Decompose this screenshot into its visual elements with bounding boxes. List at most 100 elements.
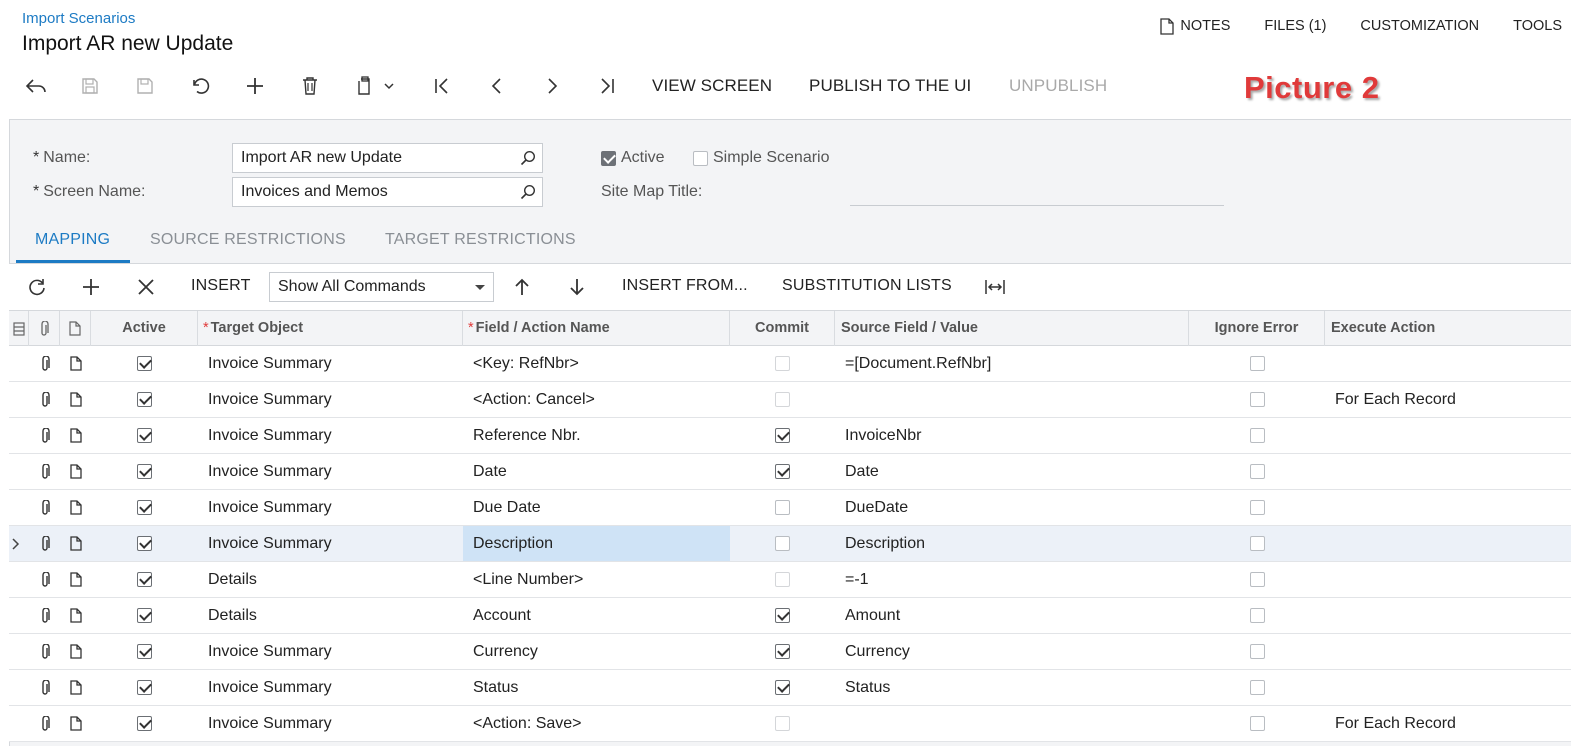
ignore-error-checkbox[interactable]	[1249, 392, 1265, 407]
target-object-cell[interactable]: Invoice Summary	[198, 382, 463, 417]
field-action-cell[interactable]: <Line Number>	[463, 562, 730, 597]
execute-action-cell[interactable]	[1325, 418, 1571, 453]
publish-to-ui-button[interactable]: PUBLISH TO THE UI	[809, 76, 971, 96]
table-row[interactable]: Invoice Summary Due Date DueDate	[9, 490, 1571, 526]
tools-button[interactable]: TOOLS	[1513, 18, 1562, 34]
screen-name-field[interactable]: Invoices and Memos	[232, 177, 543, 207]
commit-checkbox[interactable]	[775, 680, 790, 695]
note-icon[interactable]	[60, 562, 91, 597]
tab-target-restrictions[interactable]: TARGET RESTRICTIONS	[385, 231, 576, 249]
commit-cell[interactable]	[730, 346, 835, 381]
active-checkbox[interactable]	[137, 536, 152, 551]
view-screen-button[interactable]: VIEW SCREEN	[652, 76, 772, 96]
clipboard-icon[interactable]	[353, 74, 377, 98]
active-cell[interactable]	[91, 454, 198, 489]
table-row[interactable]: Invoice Summary Status Status	[9, 670, 1571, 706]
commit-checkbox[interactable]	[775, 464, 790, 479]
attachment-icon[interactable]	[29, 490, 60, 525]
col-active[interactable]: Active	[91, 311, 198, 346]
target-object-cell[interactable]: Invoice Summary	[198, 346, 463, 381]
active-option[interactable]: Active	[601, 149, 665, 167]
ignore-error-checkbox[interactable]	[1249, 356, 1265, 371]
simple-scenario-option[interactable]: Simple Scenario	[693, 149, 830, 167]
insert-button[interactable]: INSERT	[191, 277, 251, 295]
execute-action-cell[interactable]	[1325, 634, 1571, 669]
commit-checkbox[interactable]	[775, 716, 790, 731]
note-icon[interactable]	[60, 454, 91, 489]
note-icon[interactable]	[60, 418, 91, 453]
ignore-error-checkbox[interactable]	[1249, 500, 1265, 515]
note-icon[interactable]	[60, 490, 91, 525]
name-field[interactable]: Import AR new Update	[232, 143, 543, 173]
note-icon[interactable]	[60, 670, 91, 705]
field-action-cell[interactable]: Currency	[463, 634, 730, 669]
active-cell[interactable]	[91, 670, 198, 705]
active-cell[interactable]	[91, 562, 198, 597]
active-cell[interactable]	[91, 346, 198, 381]
commit-cell[interactable]	[730, 454, 835, 489]
active-checkbox[interactable]	[137, 644, 152, 659]
tab-mapping[interactable]: MAPPING	[35, 231, 110, 249]
commit-checkbox[interactable]	[775, 536, 790, 551]
field-action-cell[interactable]: <Action: Save>	[463, 706, 730, 741]
undo-icon[interactable]	[188, 74, 212, 98]
last-record-icon[interactable]	[595, 74, 619, 98]
clipboard-dropdown-icon[interactable]	[382, 74, 396, 98]
site-map-title-field[interactable]	[850, 205, 1224, 206]
col-execute-action[interactable]: Execute Action	[1325, 311, 1571, 346]
attachment-icon[interactable]	[29, 418, 60, 453]
commit-checkbox[interactable]	[775, 572, 790, 587]
table-row[interactable]: Details <Line Number> =-1	[9, 562, 1571, 598]
ignore-error-cell[interactable]	[1189, 706, 1325, 741]
active-cell[interactable]	[91, 526, 198, 561]
target-object-cell[interactable]: Invoice Summary	[198, 526, 463, 561]
table-row[interactable]: Invoice Summary <Key: RefNbr> =[Document.R…	[9, 346, 1571, 382]
active-checkbox[interactable]	[601, 150, 616, 166]
col-field-action-name[interactable]: * Field / Action Name	[463, 311, 730, 346]
target-object-cell[interactable]: Invoice Summary	[198, 490, 463, 525]
col-ignore-error[interactable]: Ignore Error	[1189, 311, 1325, 346]
search-icon[interactable]	[520, 150, 536, 171]
field-action-cell[interactable]: <Key: RefNbr>	[463, 346, 730, 381]
execute-action-cell[interactable]: For Each Record	[1325, 382, 1571, 417]
commit-cell[interactable]	[730, 562, 835, 597]
source-field-cell[interactable]: Description	[835, 526, 1189, 561]
target-object-cell[interactable]: Details	[198, 562, 463, 597]
target-object-cell[interactable]: Invoice Summary	[198, 634, 463, 669]
attachment-icon[interactable]	[29, 670, 60, 705]
first-record-icon[interactable]	[430, 74, 454, 98]
table-row[interactable]: Invoice Summary Currency Currency	[9, 634, 1571, 670]
source-field-cell[interactable]: InvoiceNbr	[835, 418, 1189, 453]
substitution-lists-button[interactable]: SUBSTITUTION LISTS	[782, 277, 952, 295]
attachment-icon[interactable]	[29, 634, 60, 669]
breadcrumb[interactable]: Import Scenarios	[22, 10, 135, 27]
ignore-error-checkbox[interactable]	[1249, 572, 1265, 587]
note-icon[interactable]	[60, 382, 91, 417]
row-selector-icon[interactable]	[9, 311, 29, 346]
field-action-cell[interactable]: Reference Nbr.	[463, 418, 730, 453]
ignore-error-checkbox[interactable]	[1249, 464, 1265, 479]
ignore-error-checkbox[interactable]	[1249, 680, 1265, 695]
simple-scenario-checkbox[interactable]	[693, 150, 708, 166]
source-field-cell[interactable]	[835, 382, 1189, 417]
insert-from-button[interactable]: INSERT FROM...	[622, 277, 748, 295]
commit-checkbox[interactable]	[775, 356, 790, 371]
table-row[interactable]: Invoice Summary <Action: Save> For Each Re…	[9, 706, 1571, 742]
unpublish-button[interactable]: UNPUBLISH	[1009, 76, 1107, 96]
table-row[interactable]: Details Account Amount	[9, 598, 1571, 634]
active-checkbox[interactable]	[137, 680, 152, 695]
ignore-error-cell[interactable]	[1189, 454, 1325, 489]
execute-action-cell[interactable]: For Each Record	[1325, 706, 1571, 741]
add-icon[interactable]	[243, 74, 267, 98]
ignore-error-cell[interactable]	[1189, 526, 1325, 561]
commit-cell[interactable]	[730, 526, 835, 561]
attachment-icon[interactable]	[29, 562, 60, 597]
commit-checkbox[interactable]	[775, 500, 790, 515]
source-field-cell[interactable]: Amount	[835, 598, 1189, 633]
commit-cell[interactable]	[730, 418, 835, 453]
active-checkbox[interactable]	[137, 500, 152, 515]
active-cell[interactable]	[91, 418, 198, 453]
source-field-cell[interactable]: =[Document.RefNbr]	[835, 346, 1189, 381]
active-checkbox[interactable]	[137, 572, 152, 587]
commit-cell[interactable]	[730, 490, 835, 525]
